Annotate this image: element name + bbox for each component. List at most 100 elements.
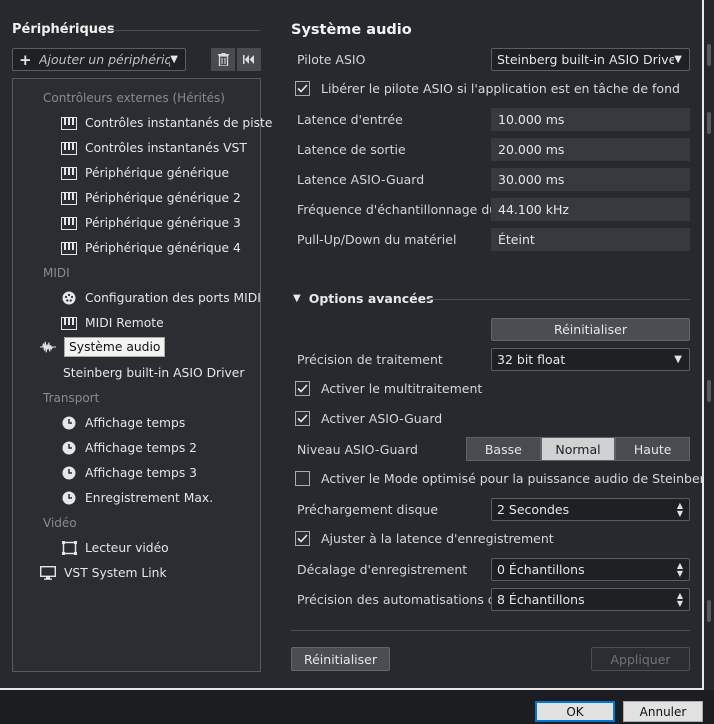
processing-precision-label: Précision de traitement [297,352,443,367]
input-latency-value: 10.000 ms [491,108,690,131]
midi-keyboard-icon [61,166,77,180]
power-mode-checkbox[interactable]: Activer le Mode optimisé pour la puissan… [295,471,713,486]
advanced-options-title: Options avancées [308,291,434,306]
checkbox-unchecked-icon [295,471,310,486]
tree-item-label: Affichage temps [85,416,186,430]
asioguard-latency-value: 30.000 ms [491,168,690,191]
processing-precision-select[interactable]: 32 bit float ▼ [491,348,690,371]
cancel-button[interactable]: Annuler [623,701,703,722]
tree-item-video-player[interactable]: Lecteur vidéo [61,538,169,558]
release-driver-checkbox[interactable]: Libérer le pilote ASIO si l'application … [295,81,680,96]
midi-keyboard-icon [61,116,77,130]
divider [291,630,690,631]
tree-item-record-max[interactable]: Enregistrement Max. [61,488,213,508]
tree-item-asio-driver[interactable]: Steinberg built-in ASIO Driver [63,363,244,383]
input-latency-label: Latence d'entrée [297,112,403,127]
scrollbar-thumb [707,380,711,402]
automation-precision-value: 8 Échantillons [497,592,585,607]
tree-item-label: MIDI Remote [85,316,164,330]
checkbox-checked-icon [295,81,310,96]
multiprocessing-label: Activer le multitraitement [321,381,483,396]
sample-rate-value: 44.100 kHz [491,198,690,221]
output-latency-label: Latence de sortie [297,142,406,157]
rewind-icon [243,55,254,64]
divider [425,299,690,300]
chevron-down-icon: ▼ [674,354,682,365]
spinner-arrows-icon: ▲ ▼ [676,590,683,608]
chevron-down-icon: ▼ [674,54,682,65]
processing-precision-value: 32 bit float [497,352,566,367]
tree-item-track-quick-controls[interactable]: Contrôles instantanés de piste [61,113,272,133]
midi-keyboard-icon [61,216,77,230]
clock-icon [61,466,77,480]
tree-item-generic-remote[interactable]: Périphérique générique [61,163,229,183]
tree-item-label: Périphérique générique 4 [85,241,241,255]
automation-precision-spinbox[interactable]: 8 Échantillons ▲ ▼ [491,588,690,611]
asio-driver-select[interactable]: Steinberg built-in ASIO Driver ▼ [491,48,690,71]
device-setup-window: Périphériques + Ajouter un périphériq. ▼… [0,0,713,690]
asioguard-level-low[interactable]: Basse [466,437,541,461]
tree-item-label: Enregistrement Max. [85,491,214,505]
audio-system-title: Système audio [291,22,412,38]
ok-button[interactable]: OK [535,701,615,722]
reset-button[interactable]: Réinitialiser [291,647,390,671]
delete-device-button[interactable] [211,48,235,71]
tree-item-time-display-3[interactable]: Affichage temps 3 [61,463,197,483]
advanced-reset-button[interactable]: Réinitialiser [491,318,690,341]
tree-item-label: Périphérique générique [85,166,230,180]
multiprocessing-checkbox[interactable]: Activer le multitraitement [295,381,482,396]
trash-icon [217,53,229,66]
category-external-controllers: Contrôleurs externes (Hérités) [43,91,225,105]
tree-item-generic-remote-2[interactable]: Périphérique générique 2 [61,188,241,208]
disk-preload-spinbox[interactable]: 2 Secondes ▲ ▼ [491,498,690,521]
record-offset-spinbox[interactable]: 0 Échantillons ▲ ▼ [491,558,690,581]
midi-port-icon [61,291,77,305]
tree-item-midi-remote[interactable]: MIDI Remote [61,313,164,333]
spinner-arrows-icon: ▲ ▼ [676,560,683,578]
chevron-down-icon: ▼ [170,54,178,65]
tree-item-generic-remote-3[interactable]: Périphérique générique 3 [61,213,241,233]
tree-item-time-display-2[interactable]: Affichage temps 2 [61,438,197,458]
asioguard-level-normal[interactable]: Normal [540,437,616,461]
tree-item-label: Steinberg built-in ASIO Driver [63,366,245,380]
scrollbar-thumb [707,600,711,622]
monitor-icon [40,566,56,580]
adjust-latency-label: Ajuster à la latence d'enregistrement [321,531,554,546]
category-transport: Transport [43,391,100,405]
asioguard-label: Activer ASIO-Guard [321,411,443,426]
clock-icon [61,416,77,430]
asioguard-level-segmented: Basse Normal Haute [466,437,691,461]
tree-item-vst-system-link[interactable]: VST System Link [40,563,167,583]
midi-keyboard-icon [61,141,77,155]
asioguard-level-high[interactable]: Haute [615,437,691,461]
adjust-latency-checkbox[interactable]: Ajuster à la latence d'enregistrement [295,531,554,546]
tree-item-vst-quick-controls[interactable]: Contrôles instantanés VST [61,138,247,158]
asioguard-checkbox[interactable]: Activer ASIO-Guard [295,411,442,426]
add-device-dropdown[interactable]: + Ajouter un périphériq. ▼ [12,48,186,71]
divider [104,30,260,31]
power-mode-label: Activer le Mode optimisé pour la puissan… [321,471,713,486]
midi-keyboard-icon [61,191,77,205]
apply-button[interactable]: Appliquer [591,647,690,671]
record-offset-label: Décalage d'enregistrement [297,562,468,577]
tree-item-midi-port-setup[interactable]: Configuration des ports MIDI [61,288,261,308]
reset-device-button[interactable] [237,48,261,71]
asio-driver-label: Pilote ASIO [297,52,366,67]
devices-title: Périphériques [12,22,115,37]
plus-icon: + [19,50,32,69]
pullupdown-value: Éteint [491,228,690,251]
pullupdown-label: Pull-Up/Down du matériel [297,232,457,247]
background-scrollbar [704,0,714,690]
tree-item-generic-remote-4[interactable]: Périphérique générique 4 [61,238,241,258]
tree-item-audio-system[interactable]: Système audio [40,337,166,357]
release-driver-label: Libérer le pilote ASIO si l'application … [321,81,680,96]
tree-item-label: Configuration des ports MIDI [85,291,261,305]
advanced-options-header[interactable]: ▼ Options avancées [293,291,434,306]
spinner-arrows-icon: ▲ ▼ [676,500,683,518]
waveform-icon [40,340,56,354]
tree-item-time-display[interactable]: Affichage temps [61,413,185,433]
add-device-label: Ajouter un périphériq. [39,52,171,67]
tree-item-label: VST System Link [64,566,167,580]
checkbox-checked-icon [295,411,310,426]
record-offset-value: 0 Échantillons [497,562,585,577]
